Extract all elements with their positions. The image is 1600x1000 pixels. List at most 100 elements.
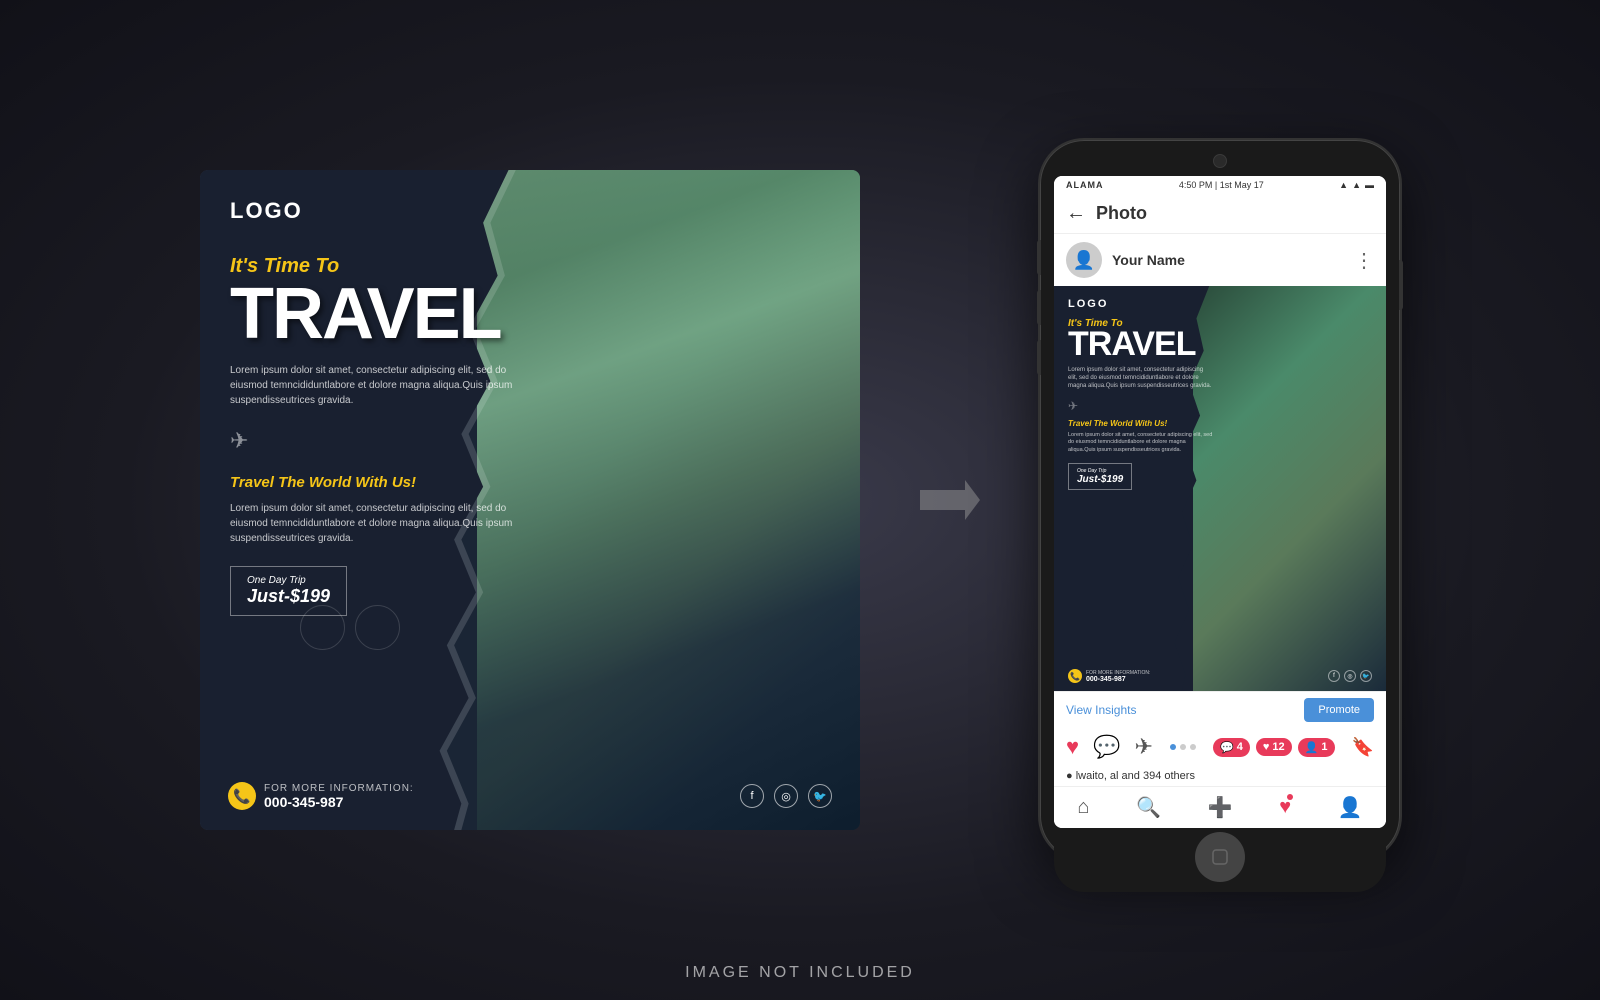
mini-twitter-icon[interactable]: 🐦: [1360, 670, 1372, 682]
avatar: 👤: [1066, 242, 1102, 278]
carousel-dots: [1170, 744, 1196, 750]
arrow-container: [920, 480, 980, 520]
back-button[interactable]: ←: [1066, 202, 1086, 225]
status-time: 4:50 PM | 1st May 17: [1179, 180, 1264, 190]
dot-3: [1190, 744, 1196, 750]
reactions-bar: ♥ 💬 ✈ 💬 4: [1054, 728, 1386, 766]
price-value: Just-$199: [247, 586, 330, 606]
mini-instagram-icon[interactable]: ◎: [1344, 670, 1356, 682]
phone-number: 000-345-987: [264, 794, 414, 810]
home-nav-button[interactable]: ⌂: [1077, 796, 1089, 819]
dot-1: [1170, 744, 1176, 750]
card-price-box: One Day Trip Just-$199: [230, 566, 347, 616]
facebook-icon[interactable]: f: [740, 784, 764, 808]
wifi-icon: ▲: [1352, 180, 1361, 190]
likes-text: ● lwaito, al and 394 others: [1054, 766, 1386, 786]
promote-button[interactable]: Promote: [1304, 698, 1374, 722]
bookmark-button[interactable]: 🔖: [1352, 737, 1374, 758]
card-subheading: Travel The World With Us!: [230, 474, 513, 491]
card-footer: 📞 FOR MORE INFORMATION: 000-345-987 f ◎ …: [228, 782, 832, 810]
user-count: 1: [1321, 741, 1327, 753]
phone-post-subheading: Travel The World With Us!: [1068, 419, 1213, 428]
comment-count: 4: [1237, 741, 1243, 753]
heart-count: 12: [1272, 741, 1284, 753]
phone-post-footer: 📞 FOR MORE INFORMATION: 000-345-987 f ◎ …: [1068, 669, 1372, 683]
twitter-icon[interactable]: 🐦: [808, 784, 832, 808]
phone-post-description: Lorem ipsum dolor sit amet, consectetur …: [1068, 366, 1213, 391]
phone-side-button-left-2: [1037, 290, 1041, 325]
phone-home-button[interactable]: [1195, 832, 1245, 882]
profile-name: Your Name: [1112, 252, 1185, 268]
phone-price-value: Just-$199: [1077, 474, 1123, 485]
profile-nav-button[interactable]: 👤: [1338, 795, 1363, 820]
image-not-included-label: IMAGE NOT INCLUDED: [685, 964, 915, 982]
phone-post-content: LOGO It's Time To TRAVEL Lorem ipsum dol…: [1054, 286, 1227, 691]
comment-badge-icon: 💬: [1220, 741, 1234, 754]
status-icons: ▲ ▲ ▬: [1339, 180, 1374, 190]
heart-reaction-button[interactable]: ♥: [1066, 734, 1079, 760]
mini-phone-number: 000-345-987: [1086, 676, 1150, 683]
signal-icon: ▲: [1339, 180, 1348, 190]
instagram-icon[interactable]: ◎: [774, 784, 798, 808]
user-count-badge: 👤 1: [1298, 738, 1335, 757]
card-subdescription: Lorem ipsum dolor sit amet, consectetur …: [230, 501, 513, 546]
phone-shell: ALAMA 4:50 PM | 1st May 17 ▲ ▲ ▬ ← Photo: [1040, 140, 1400, 860]
notification-dot: [1287, 794, 1293, 800]
phone-post-card: LOGO It's Time To TRAVEL Lorem ipsum dol…: [1054, 286, 1386, 691]
phone-bottom-bar: [1054, 828, 1386, 892]
home-button-icon: [1210, 847, 1230, 867]
main-layout: LOGO It's Time To TRAVEL Lorem ipsum dol…: [0, 100, 1600, 900]
status-bar: ALAMA 4:50 PM | 1st May 17 ▲ ▲ ▬: [1054, 176, 1386, 194]
add-nav-button[interactable]: ➕: [1208, 795, 1233, 820]
heart-count-badge: ♥ 12: [1256, 738, 1292, 756]
phone-screen: ALAMA 4:50 PM | 1st May 17 ▲ ▲ ▬ ← Photo: [1054, 176, 1386, 828]
dot-2: [1180, 744, 1186, 750]
user-badge-icon: 👤: [1305, 741, 1319, 754]
social-icons[interactable]: f ◎ 🐦: [740, 784, 832, 808]
mini-phone-icon: 📞: [1068, 669, 1082, 683]
arrow-icon: [920, 480, 980, 520]
trip-label: One Day Trip: [247, 575, 330, 586]
phone-side-button-right: [1399, 260, 1403, 310]
more-options-button[interactable]: ⋮: [1354, 248, 1374, 273]
status-carrier: ALAMA: [1066, 180, 1104, 190]
phone-camera: [1213, 154, 1227, 168]
phone-airplane-icon: ✈: [1068, 399, 1213, 413]
card-content-area: LOGO It's Time To TRAVEL Lorem ipsum dol…: [200, 170, 543, 830]
phone-post-logo: LOGO: [1068, 298, 1213, 310]
phone-side-button-left-1: [1037, 240, 1041, 275]
heart-badge-icon: ♥: [1263, 741, 1270, 753]
phone-icon: 📞: [228, 782, 256, 810]
card-title: TRAVEL: [230, 282, 513, 347]
card-description: Lorem ipsum dolor sit amet, consectetur …: [230, 363, 513, 408]
bottom-navigation: ⌂ 🔍 ➕ ♥ 👤: [1054, 786, 1386, 828]
phone-post-social-icons: f ◎ 🐦: [1328, 670, 1372, 682]
mini-facebook-icon[interactable]: f: [1328, 670, 1340, 682]
heart-nav-button[interactable]: ♥: [1279, 796, 1291, 819]
phone-post-subdescription: Lorem ipsum dolor sit amet, consectetur …: [1068, 432, 1213, 455]
phone-details: FOR MORE INFORMATION: 000-345-987: [264, 783, 414, 810]
phone-post-title: TRAVEL: [1068, 329, 1213, 360]
airplane-icon: ✈: [230, 428, 513, 454]
reaction-icons: ♥ 💬 ✈: [1066, 734, 1153, 760]
search-nav-button[interactable]: 🔍: [1136, 795, 1161, 820]
phone-price-box: One Day Trip Just-$199: [1068, 463, 1132, 490]
comment-reaction-button[interactable]: 💬: [1093, 734, 1120, 760]
mini-phone-label: FOR MORE INFORMATION:: [1086, 670, 1150, 676]
battery-icon: ▬: [1365, 180, 1374, 190]
profile-row: 👤 Your Name ⋮: [1054, 234, 1386, 286]
social-media-card: LOGO It's Time To TRAVEL Lorem ipsum dol…: [200, 170, 860, 830]
card-logo: LOGO: [230, 198, 513, 224]
view-insights-button[interactable]: View Insights: [1066, 703, 1136, 717]
photo-header-title: Photo: [1096, 203, 1147, 224]
phone-side-button-left-3: [1037, 340, 1041, 375]
post-actions-bar: View Insights Promote: [1054, 691, 1386, 728]
phone-mockup: ALAMA 4:50 PM | 1st May 17 ▲ ▲ ▬ ← Photo: [1040, 140, 1400, 860]
profile-left: 👤 Your Name: [1066, 242, 1185, 278]
phone-post-phone-info: 📞 FOR MORE INFORMATION: 000-345-987: [1068, 669, 1150, 683]
phone-info: 📞 FOR MORE INFORMATION: 000-345-987: [228, 782, 414, 810]
phone-label: FOR MORE INFORMATION:: [264, 783, 414, 794]
share-button[interactable]: ✈: [1134, 734, 1152, 760]
notification-badges: 💬 4 ♥ 12 👤 1: [1213, 738, 1334, 757]
comment-count-badge: 💬 4: [1213, 738, 1250, 757]
